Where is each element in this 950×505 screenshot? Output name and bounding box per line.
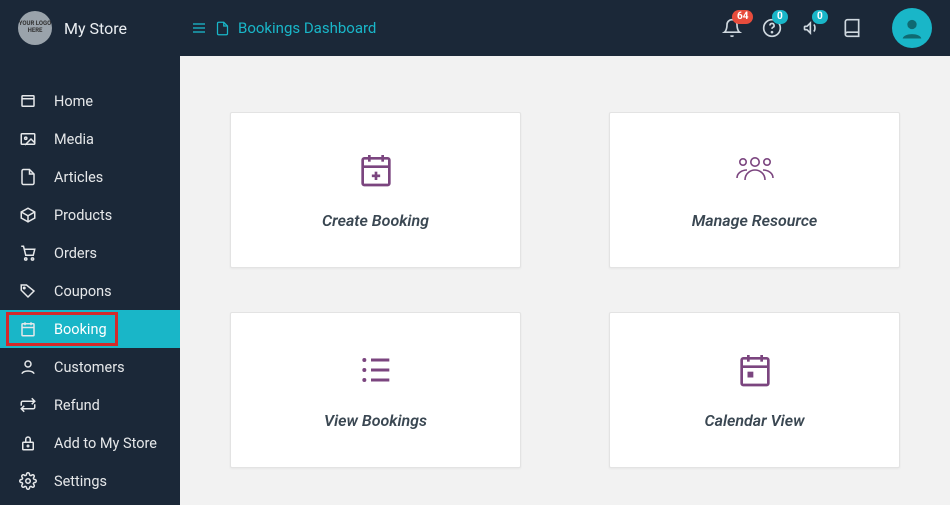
top-actions: 64 0 0 bbox=[722, 8, 932, 48]
sidebar-item-booking[interactable]: Booking bbox=[0, 310, 180, 348]
tile-manage-resource[interactable]: Manage Resource bbox=[609, 112, 900, 268]
booking-icon bbox=[18, 320, 38, 338]
media-icon bbox=[18, 130, 38, 148]
coupons-icon bbox=[18, 282, 38, 300]
menu-icon[interactable] bbox=[191, 20, 207, 36]
logo: YOUR LOGO HERE bbox=[18, 11, 52, 45]
tile-view-bookings[interactable]: View Bookings bbox=[230, 312, 521, 468]
sidebar-item-home[interactable]: Home bbox=[0, 82, 180, 120]
book-icon bbox=[842, 18, 862, 38]
tile-calendar-view[interactable]: Calendar View bbox=[609, 312, 900, 468]
topbar: YOUR LOGO HERE My Store Bookings Dashboa… bbox=[0, 0, 950, 56]
tile-label: Create Booking bbox=[322, 211, 429, 230]
sidebar-item-label: Settings bbox=[54, 473, 107, 490]
sidebar-item-media[interactable]: Media bbox=[0, 120, 180, 158]
sidebar-item-label: Home bbox=[54, 93, 93, 110]
tile-label: Manage Resource bbox=[692, 211, 818, 230]
sidebar-item-label: Customers bbox=[54, 359, 125, 376]
help-button[interactable]: 0 bbox=[762, 18, 782, 38]
tile-create-booking[interactable]: Create Booking bbox=[230, 112, 521, 268]
main-content: Create Booking Manage Resource bbox=[180, 56, 950, 505]
docs-button[interactable] bbox=[842, 18, 862, 38]
notifications-badge: 64 bbox=[732, 10, 753, 24]
user-icon bbox=[898, 14, 926, 42]
refund-icon bbox=[18, 396, 38, 414]
breadcrumb-text: Bookings Dashboard bbox=[238, 19, 376, 37]
logo-text: YOUR LOGO HERE bbox=[18, 21, 52, 34]
sidebar-item-refund[interactable]: Refund bbox=[0, 386, 180, 424]
document-icon bbox=[215, 21, 230, 36]
sidebar-item-customers[interactable]: Customers bbox=[0, 348, 180, 386]
calendar-view-icon bbox=[735, 351, 775, 389]
sidebar-item-label: Products bbox=[54, 207, 112, 224]
customers-icon bbox=[18, 358, 38, 376]
store-name[interactable]: My Store bbox=[64, 19, 127, 38]
sidebar-item-label: Coupons bbox=[54, 283, 112, 300]
sidebar-item-articles[interactable]: Articles bbox=[0, 158, 180, 196]
breadcrumb[interactable]: Bookings Dashboard bbox=[191, 19, 376, 37]
announce-badge: 0 bbox=[812, 10, 828, 24]
help-badge: 0 bbox=[772, 10, 788, 24]
announce-button[interactable]: 0 bbox=[802, 18, 822, 38]
manage-resource-icon bbox=[731, 151, 779, 189]
sidebar-item-products[interactable]: Products bbox=[0, 196, 180, 234]
sidebar-item-label: Refund bbox=[54, 397, 100, 414]
create-booking-icon bbox=[356, 151, 396, 189]
view-bookings-icon bbox=[356, 351, 396, 389]
tile-label: Calendar View bbox=[704, 411, 804, 430]
add-store-icon bbox=[18, 434, 38, 452]
sidebar-item-label: Articles bbox=[54, 169, 103, 186]
home-icon bbox=[18, 92, 38, 110]
sidebar-item-orders[interactable]: Orders bbox=[0, 234, 180, 272]
articles-icon bbox=[18, 168, 38, 186]
sidebar-item-label: Add to My Store bbox=[54, 435, 157, 452]
sidebar-item-settings[interactable]: Settings bbox=[0, 462, 180, 500]
avatar[interactable] bbox=[892, 8, 932, 48]
sidebar-item-label: Orders bbox=[54, 245, 97, 262]
orders-icon bbox=[18, 244, 38, 262]
sidebar-item-label: Media bbox=[54, 131, 94, 148]
sidebar-item-coupons[interactable]: Coupons bbox=[0, 272, 180, 310]
products-icon bbox=[18, 206, 38, 224]
tile-label: View Bookings bbox=[324, 411, 427, 430]
sidebar-item-label: Booking bbox=[54, 321, 107, 338]
sidebar-item-add-store[interactable]: Add to My Store bbox=[0, 424, 180, 462]
sidebar: Home Media Articles Products Orders bbox=[0, 56, 180, 505]
settings-icon bbox=[18, 472, 38, 490]
notifications-button[interactable]: 64 bbox=[722, 18, 742, 38]
